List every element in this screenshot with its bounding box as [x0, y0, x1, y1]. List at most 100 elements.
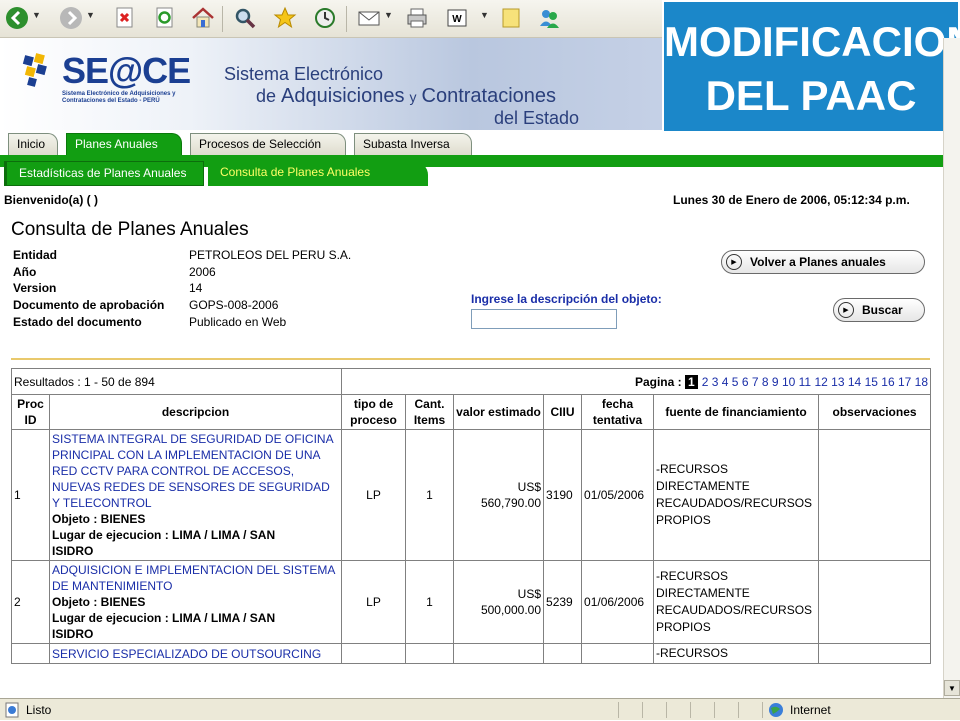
observaciones-cell [818, 643, 932, 664]
search-icon[interactable] [232, 5, 258, 31]
subtab-estadisticas[interactable]: Estadísticas de Planes Anuales [4, 161, 204, 186]
volver-button[interactable]: ▶ Volver a Planes anuales [721, 250, 925, 274]
observaciones-cell [818, 429, 932, 561]
pager-link[interactable]: 3 [712, 375, 719, 389]
messenger-icon[interactable] [536, 5, 562, 31]
pager-links: 2 3 4 5 6 7 8 9 10 11 12 13 14 15 16 17 … [702, 375, 928, 389]
proc-id-cell: 1 [11, 429, 50, 561]
version-label: Version [13, 281, 57, 295]
search-input[interactable] [471, 309, 617, 329]
lugar-text: ISIDRO [52, 627, 94, 641]
valor-cell [453, 643, 545, 664]
descripcion-link[interactable]: NUEVAS REDES DE SENSORES DE SEGURIDAD [52, 479, 339, 495]
anio-label: Año [13, 265, 37, 279]
descripcion-link[interactable]: ADQUISICION E IMPLEMENTACION DEL SISTEMA [52, 562, 339, 578]
table-row: 1 SISTEMA INTEGRAL DE SEGURIDAD DE OFICIN… [11, 429, 932, 561]
anio-value: 2006 [189, 265, 216, 279]
banner-de: de [256, 86, 277, 106]
pager-link[interactable]: 12 [814, 375, 827, 389]
forward-icon[interactable] [58, 5, 84, 31]
tab-procesos-seleccion[interactable]: Procesos de Selección [190, 133, 346, 155]
pager-link[interactable]: 10 [782, 375, 795, 389]
pager-link[interactable]: 6 [742, 375, 749, 389]
seace-logo-icon [22, 52, 58, 88]
table-row: SERVICIO ESPECIALIZADO DE OUTSOURCING -RE… [11, 643, 932, 664]
mail-dropdown-icon[interactable]: ▼ [384, 10, 393, 20]
search-label: Ingrese la descripción del objeto: [471, 292, 662, 306]
datetime-text: Lunes 30 de Enero de 2006, 05:12:34 p.m. [673, 193, 910, 207]
col-fuente: fuente de financiamiento [653, 394, 820, 430]
fuente-cell: -RECURSOS DIRECTAMENTE RECAUDADOS/RECURSOS… [653, 560, 820, 644]
descripcion-link[interactable]: PRINCIPAL CON LA IMPLEMENTACION DE UNA [52, 447, 339, 463]
pager-link[interactable]: 18 [915, 375, 928, 389]
seace-logo: SE@CE [62, 50, 191, 91]
pager-link[interactable]: 8 [762, 375, 769, 389]
back-icon[interactable] [4, 5, 30, 31]
descripcion-link[interactable]: Y TELECONTROL [52, 495, 339, 511]
col-cant: Cant. Items [405, 394, 455, 430]
fuente-text: RECAUDADOS/RECURSOS [656, 496, 813, 510]
tipo-cell [341, 643, 407, 664]
entidad-value: PETROLEOS DEL PERU S.A. [189, 248, 352, 262]
valor-currency: US$ [517, 480, 542, 494]
col-tipo: tipo de proceso [341, 394, 407, 430]
banner-title-line1: Sistema Electrónico [224, 64, 384, 84]
home-icon[interactable] [190, 5, 216, 31]
pager-link[interactable]: 13 [831, 375, 844, 389]
col-descripcion: descripcion [48, 394, 343, 430]
pager-link[interactable]: 5 [732, 375, 739, 389]
overlay-line1: MODIFICACION [664, 18, 960, 65]
descripcion-link[interactable]: SERVICIO ESPECIALIZADO DE OUTSOURCING [52, 646, 339, 662]
lugar-text: Lugar de ejecucion : LIMA / LIMA / SAN [52, 611, 276, 625]
fuente-text: DIRECTAMENTE [656, 586, 750, 600]
edit-dropdown-icon[interactable]: ▼ [480, 10, 489, 20]
lugar-text: Lugar de ejecucion : LIMA / LIMA / SAN [52, 528, 276, 542]
col-proc-id: Proc ID [11, 394, 50, 430]
overlay-line2: DEL PAAC [705, 72, 917, 119]
objeto-text: Objeto : BIENES [52, 595, 146, 609]
banner-title-line3: del Estado [494, 108, 580, 128]
refresh-icon[interactable] [152, 5, 178, 31]
banner-title-line2: de Adquisiciones y Contrataciones [256, 85, 556, 108]
objeto-text: Objeto : BIENES [52, 512, 146, 526]
history-icon[interactable] [312, 5, 338, 31]
arrow-right-icon: ▶ [838, 302, 854, 318]
pager-link[interactable]: 7 [752, 375, 759, 389]
tipo-cell: LP [341, 429, 407, 561]
buscar-button[interactable]: ▶ Buscar [833, 298, 925, 322]
pager-link[interactable]: 17 [898, 375, 911, 389]
ciiu-cell [543, 643, 583, 664]
observaciones-cell [818, 560, 932, 644]
subtab-consulta[interactable]: Consulta de Planes Anuales [208, 161, 428, 186]
pager-link[interactable]: 11 [799, 375, 811, 389]
print-icon[interactable] [404, 5, 430, 31]
discuss-icon[interactable] [498, 5, 524, 31]
tab-subasta-inversa[interactable]: Subasta Inversa [354, 133, 472, 155]
pager-link[interactable]: 9 [772, 375, 779, 389]
stop-icon[interactable] [112, 5, 138, 31]
svg-text:W: W [452, 14, 462, 25]
buscar-button-label: Buscar [862, 303, 903, 317]
tab-inicio[interactable]: Inicio [8, 133, 58, 155]
pager-link[interactable]: 2 [702, 375, 709, 389]
descripcion-link[interactable]: RED CCTV PARA CONTROL DE ACCESOS, [52, 463, 339, 479]
scroll-down-icon[interactable]: ▼ [944, 680, 960, 696]
pager-link[interactable]: 15 [865, 375, 878, 389]
mail-icon[interactable] [356, 5, 382, 31]
forward-dropdown-icon[interactable]: ▼ [86, 10, 95, 20]
documento-value: GOPS-008-2006 [189, 298, 279, 312]
back-dropdown-icon[interactable]: ▼ [32, 10, 41, 20]
pager-link[interactable]: 4 [722, 375, 729, 389]
col-fecha: fecha tentativa [581, 394, 655, 430]
pager-link[interactable]: 16 [881, 375, 894, 389]
edit-icon[interactable]: W [444, 5, 470, 31]
tab-planes-anuales[interactable]: Planes Anuales [66, 133, 182, 155]
status-text: Listo [26, 703, 52, 717]
favorites-icon[interactable] [272, 5, 298, 31]
descripcion-link[interactable]: SISTEMA INTEGRAL DE SEGURIDAD DE OFICINA [52, 431, 339, 447]
version-value: 14 [189, 281, 203, 295]
valor-currency: US$ [517, 587, 542, 601]
vertical-scrollbar[interactable] [943, 38, 960, 698]
pager-link[interactable]: 14 [848, 375, 861, 389]
descripcion-link[interactable]: DE MANTENIMIENTO [52, 578, 339, 594]
